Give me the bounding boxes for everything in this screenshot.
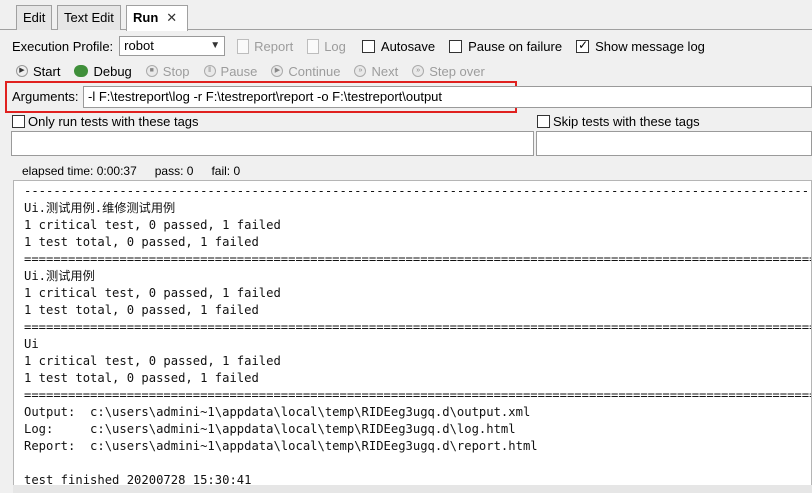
continue-icon: ▶ [271,65,284,77]
chevron-down-icon: ▼ [210,40,221,51]
show-message-log-label: Show message log [595,38,705,54]
tab-text-edit[interactable]: Text Edit [57,5,121,30]
show-message-log-checkbox-box[interactable] [576,38,590,53]
elapsed-time: elapsed time: 0:00:37 [22,164,137,178]
next-button[interactable]: » Next [354,64,398,79]
execution-profile-label: Execution Profile: [12,38,114,54]
console-line: Output: c:\users\admini~1\appdata\local\… [24,405,531,419]
stop-label: Stop [162,63,190,79]
console-line: 1 critical test, 0 passed, 1 failed [24,354,281,368]
pause-on-failure-checkbox-box[interactable] [449,39,463,53]
skip-tags-checkbox[interactable]: Skip tests with these tags [537,114,700,129]
console-text: ----------------------------------------… [14,181,811,489]
autosave-checkbox-box[interactable] [361,39,375,53]
console-line: ========================================… [24,252,811,266]
step-over-icon: » [412,65,425,77]
skip-tags-label: Skip tests with these tags [553,114,700,129]
pause-label: Pause [220,63,258,79]
log-icon [307,38,320,54]
next-label: Next [371,63,399,79]
console-line: ========================================… [24,320,811,334]
tab-run[interactable]: Run ✕ [126,5,188,31]
report-icon [237,38,250,54]
pause-button[interactable]: ‖ Pause [203,63,258,79]
show-message-log-checkbox[interactable]: Show message log [576,38,705,54]
horizontal-scrollbar[interactable] [13,485,812,493]
run-controls-row: ▶ Start Debug ■ Stop ‖ Pause ▶ Continue … [0,61,812,81]
play-icon: ▶ [16,65,28,77]
debug-button[interactable]: Debug [74,63,132,79]
next-icon: » [354,65,367,77]
step-over-button[interactable]: » Step over [412,64,485,79]
only-run-tags-label: Only run tests with these tags [28,114,199,129]
pause-icon: ‖ [203,65,216,77]
bug-icon [74,65,89,77]
report-button[interactable]: Report [237,38,294,54]
stop-icon: ■ [145,65,158,77]
only-run-tags-checkbox-box[interactable] [12,115,25,128]
pause-on-failure-label: Pause on failure [468,38,563,54]
execution-profile-value: robot [124,38,154,53]
arguments-label: Arguments: [12,89,79,104]
step-over-label: Step over [429,63,485,79]
run-status: elapsed time: 0:00:37 pass: 0 fail: 0 [22,164,240,178]
console-output[interactable]: ----------------------------------------… [13,180,812,493]
console-line: Ui.测试用例.维修测试用例 [24,201,176,215]
console-line: ========================================… [24,388,811,402]
continue-label: Continue [288,63,341,79]
tab-text-edit-label: Text Edit [64,10,114,25]
console-line: ----------------------------------------… [24,184,811,198]
console-line: Log: c:\users\admini~1\appdata\local\tem… [24,422,516,436]
debug-label: Debug [93,63,132,79]
skip-tags-input[interactable] [536,131,812,156]
report-label: Report [254,38,294,54]
stop-button[interactable]: ■ Stop [145,63,190,79]
start-label: Start [33,63,61,79]
console-line: 1 test total, 0 passed, 1 failed [24,235,259,249]
pause-on-failure-checkbox[interactable]: Pause on failure [449,39,562,54]
skip-tags-checkbox-box[interactable] [537,115,550,128]
console-line: 1 test total, 0 passed, 1 failed [24,303,259,317]
only-run-tags-input[interactable] [11,131,534,156]
tab-edit-label: Edit [23,10,46,25]
tab-run-label: Run [133,10,159,25]
fail-count: fail: 0 [211,164,241,178]
execution-profile-select[interactable]: robot ▼ [119,36,226,56]
continue-button[interactable]: ▶ Continue [271,64,340,79]
start-button[interactable]: ▶ Start [16,64,60,79]
close-icon[interactable]: ✕ [166,10,177,25]
profile-row: Execution Profile: robot ▼ Report Log Au… [0,35,812,57]
console-line: 1 critical test, 0 passed, 1 failed [24,286,281,300]
arguments-value: -l F:\testreport\log -r F:\testreport\re… [88,89,443,104]
tab-bar: Edit Text Edit Run ✕ [0,0,812,31]
console-line: 1 critical test, 0 passed, 1 failed [24,218,281,232]
console-line: Ui.测试用例 [24,269,95,283]
tab-edit[interactable]: Edit [16,5,53,30]
autosave-checkbox[interactable]: Autosave [361,38,436,54]
only-run-tags-checkbox[interactable]: Only run tests with these tags [12,114,199,129]
console-line: Ui [24,337,39,351]
arguments-input[interactable]: -l F:\testreport\log -r F:\testreport\re… [83,86,812,108]
log-button[interactable]: Log [307,38,346,54]
log-label: Log [324,38,346,54]
console-line: Report: c:\users\admini~1\appdata\local\… [24,439,538,453]
autosave-label: Autosave [380,38,436,54]
pass-count: pass: 0 [154,164,194,178]
console-line: 1 test total, 0 passed, 1 failed [24,371,259,385]
